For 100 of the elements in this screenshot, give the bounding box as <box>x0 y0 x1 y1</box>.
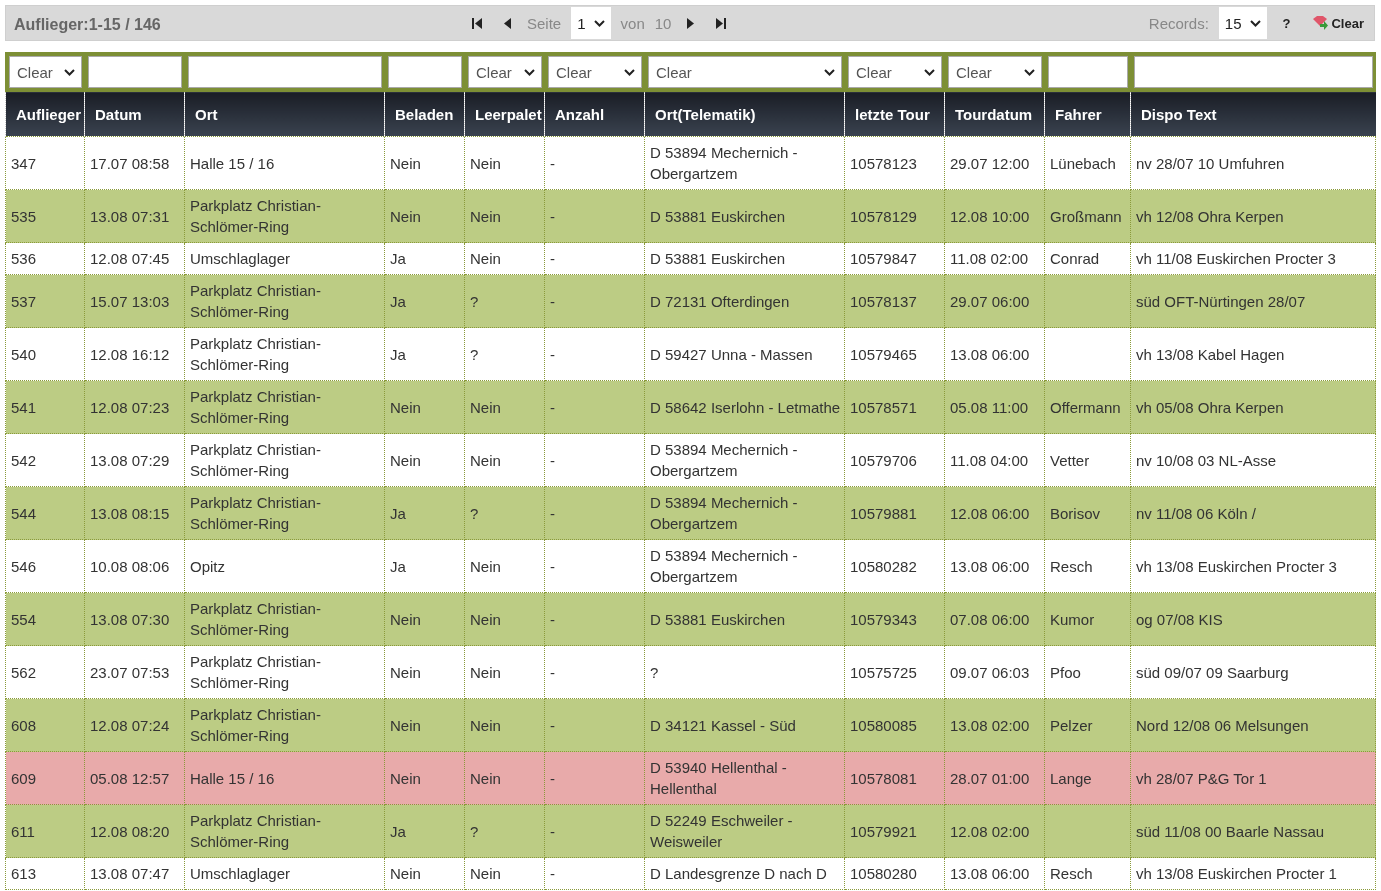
table-cell: 10578081 <box>844 751 945 805</box>
table-cell: 544 <box>5 486 85 540</box>
filter-select[interactable]: Clear <box>548 56 642 88</box>
filter-select[interactable]: Clear <box>9 56 82 88</box>
table-cell: Nein <box>384 751 465 805</box>
table-cell: Nein <box>464 136 545 190</box>
table-cell: D 53881 Euskirchen <box>644 592 845 646</box>
table-row[interactable]: 562 23.07 07:53 Parkplatz Christian-Schlömer-Ring Nein Nein - ? 10575725 09.07 06:03 Pfoo süd 09/07 09 Saarburg <box>5 645 1376 699</box>
table-row[interactable]: 537 15.07 13:03 Parkplatz Christian-Schlömer-Ring Ja ? - D 72131 Ofterdingen 10578137 29.07 06:00 süd OFT-Nürtingen 28/07 <box>5 274 1376 328</box>
clear-button[interactable]: Clear <box>1306 13 1370 33</box>
table-row[interactable]: 542 13.08 07:29 Parkplatz Christian-Schlömer-Ring Nein Nein - D 53894 Mechernich - Obergartzem 10579706 11.08 04:00 Vetter nv 10/08 03 NL-Asse <box>5 433 1376 487</box>
column-header[interactable]: Ort(Telematik) <box>644 91 845 137</box>
table-row[interactable]: 554 13.08 07:30 Parkplatz Christian-Schlömer-Ring Nein Nein - D 53881 Euskirchen 10579343 07.08 06:00 Kumor og 07/08 KIS <box>5 592 1376 646</box>
filter-select[interactable]: Clear <box>648 56 842 88</box>
records-select[interactable]: 15 <box>1218 7 1267 39</box>
table-cell: 13.08 08:15 <box>84 486 185 540</box>
column-header[interactable]: Tourdatum <box>944 91 1045 137</box>
table-cell: D 53940 Hellenthal - Hellenthal <box>644 751 845 805</box>
table-cell: 554 <box>5 592 85 646</box>
filter-field[interactable] <box>188 56 382 88</box>
table-row[interactable]: 544 13.08 08:15 Parkplatz Christian-Schlömer-Ring Ja ? - D 53894 Mechernich - Obergartzem 10579881 12.08 06:00 Borisov nv 11/08 06 Köln / <box>5 486 1376 540</box>
filter-select[interactable]: Clear <box>948 56 1042 88</box>
table-cell: - <box>544 327 645 381</box>
table-cell: 540 <box>5 327 85 381</box>
table-cell: - <box>544 751 645 805</box>
table-row[interactable]: 540 12.08 16:12 Parkplatz Christian-Schlömer-Ring Ja ? - D 59427 Unna - Massen 10579465 13.08 06:00 vh 13/08 Kabel Hagen <box>5 327 1376 381</box>
table-row[interactable]: 347 17.07 08:58 Halle 15 / 16 Nein Nein - D 53894 Mechernich - Obergartzem 10578123 29.07 12:00 Lünebach nv 28/07 10 Umfuhren <box>5 136 1376 190</box>
table-cell: Nein <box>464 698 545 752</box>
table-cell: Ja <box>384 327 465 381</box>
table-cell: 12.08 10:00 <box>944 189 1045 243</box>
table-cell: Nein <box>384 857 465 890</box>
table-cell: - <box>544 433 645 487</box>
table-cell: 10579881 <box>844 486 945 540</box>
filter-field[interactable] <box>388 56 462 88</box>
table-cell: 10575725 <box>844 645 945 699</box>
table-row[interactable]: 546 10.08 08:06 Opitz Ja Nein - D 53894 Mechernich - Obergartzem 10580282 13.08 06:00 Resch vh 13/08 Euskirchen Procter 3 <box>5 539 1376 593</box>
table-cell: Nein <box>384 592 465 646</box>
table-row[interactable]: 535 13.08 07:31 Parkplatz Christian-Schlömer-Ring Nein Nein - D 53881 Euskirchen 10578129 12.08 10:00 Großmann vh 12/08 Ohra Kerpen <box>5 189 1376 243</box>
table-cell: - <box>544 274 645 328</box>
table-cell: Parkplatz Christian-Schlömer-Ring <box>184 698 385 752</box>
table-cell: 542 <box>5 433 85 487</box>
filter-field[interactable] <box>88 56 182 88</box>
table-row[interactable]: 608 12.08 07:24 Parkplatz Christian-Schlömer-Ring Nein Nein - D 34121 Kassel - Süd 10580085 13.08 02:00 Pelzer Nord 12/08 06 Melsungen <box>5 698 1376 752</box>
table-cell: D 59427 Unna - Massen <box>644 327 845 381</box>
table-cell: 10578571 <box>844 380 945 434</box>
table-cell: Halle 15 / 16 <box>184 751 385 805</box>
table-row[interactable]: 613 13.08 07:47 Umschlaglager Nein Nein - D Landesgrenze D nach D 10580280 13.08 06:00 Resch vh 13/08 Euskirchen Procter 1 <box>5 857 1376 890</box>
filter-select[interactable]: Clear <box>848 56 942 88</box>
eraser-icon <box>1312 16 1329 30</box>
column-header[interactable]: Anzahl <box>544 91 645 137</box>
table-cell: Nein <box>384 698 465 752</box>
table-row[interactable]: 609 05.08 12:57 Halle 15 / 16 Nein Nein - D 53940 Hellenthal - Hellenthal 10578081 28.07 01:00 Lange vh 28/07 P&G Tor 1 <box>5 751 1376 805</box>
table-row[interactable]: 611 12.08 08:20 Parkplatz Christian-Schlömer-Ring Ja ? - D 52249 Eschweiler - Weisweiler 10579921 12.08 02:00 süd 11/08 00 Baarle Nassau <box>5 804 1376 858</box>
table-cell: Nein <box>464 539 545 593</box>
table-cell: süd OFT-Nürtingen 28/07 <box>1130 274 1376 328</box>
filter-select[interactable]: Clear <box>468 56 542 88</box>
column-header[interactable]: Auflieger <box>5 91 85 137</box>
table-cell: Opitz <box>184 539 385 593</box>
table-row[interactable]: 536 12.08 07:45 Umschlaglager Ja Nein - D 53881 Euskirchen 10579847 11.08 02:00 Conrad vh 11/08 Euskirchen Procter 3 <box>5 242 1376 275</box>
column-header[interactable]: Dispo Text <box>1130 91 1376 137</box>
table-cell: Lange <box>1044 751 1131 805</box>
table-cell: 12.08 07:23 <box>84 380 185 434</box>
table-cell: 12.08 08:20 <box>84 804 185 858</box>
table-cell: 10580282 <box>844 539 945 593</box>
table-cell: Großmann <box>1044 189 1131 243</box>
column-header[interactable]: Fahrer <box>1044 91 1131 137</box>
page-select[interactable]: 1 <box>571 7 611 39</box>
table-cell: nv 10/08 03 NL-Asse <box>1130 433 1376 487</box>
table-cell: 10579343 <box>844 592 945 646</box>
table-cell: 12.08 16:12 <box>84 327 185 381</box>
table-cell: 10579921 <box>844 804 945 858</box>
table-cell: 13.08 06:00 <box>944 327 1045 381</box>
table-cell: Nein <box>464 433 545 487</box>
table-cell: Resch <box>1044 857 1131 890</box>
table-cell: 536 <box>5 242 85 275</box>
table-cell: 12.08 07:45 <box>84 242 185 275</box>
column-header[interactable]: Leerpalet <box>464 91 545 137</box>
table-row[interactable]: 541 12.08 07:23 Parkplatz Christian-Schlömer-Ring Nein Nein - D 58642 Iserlohn - Letmathe 10578571 05.08 11:00 Offermann vh 05/08 Ohra Kerpen <box>5 380 1376 434</box>
of-label: von <box>620 14 645 32</box>
help-button[interactable]: ? <box>1276 13 1297 33</box>
filter-field[interactable] <box>1134 56 1373 88</box>
table-cell: 10578129 <box>844 189 945 243</box>
column-header[interactable]: Datum <box>84 91 185 137</box>
table-cell: - <box>544 539 645 593</box>
table-cell: 608 <box>5 698 85 752</box>
column-header[interactable]: Beladen <box>384 91 465 137</box>
table-cell: 13.08 07:31 <box>84 189 185 243</box>
column-header[interactable]: letzte Tour <box>844 91 945 137</box>
table-cell: Parkplatz Christian-Schlömer-Ring <box>184 592 385 646</box>
table-cell: - <box>544 804 645 858</box>
table-cell: vh 28/07 P&G Tor 1 <box>1130 751 1376 805</box>
chevron-down-icon <box>824 68 835 76</box>
table-cell: 10578123 <box>844 136 945 190</box>
table-cell: Nein <box>464 857 545 890</box>
table-cell: Ja <box>384 804 465 858</box>
table-cell: Borisov <box>1044 486 1131 540</box>
filter-field[interactable] <box>1048 56 1128 88</box>
column-header[interactable]: Ort <box>184 91 385 137</box>
table-cell: 09.07 06:03 <box>944 645 1045 699</box>
table-cell: 13.08 02:00 <box>944 698 1045 752</box>
